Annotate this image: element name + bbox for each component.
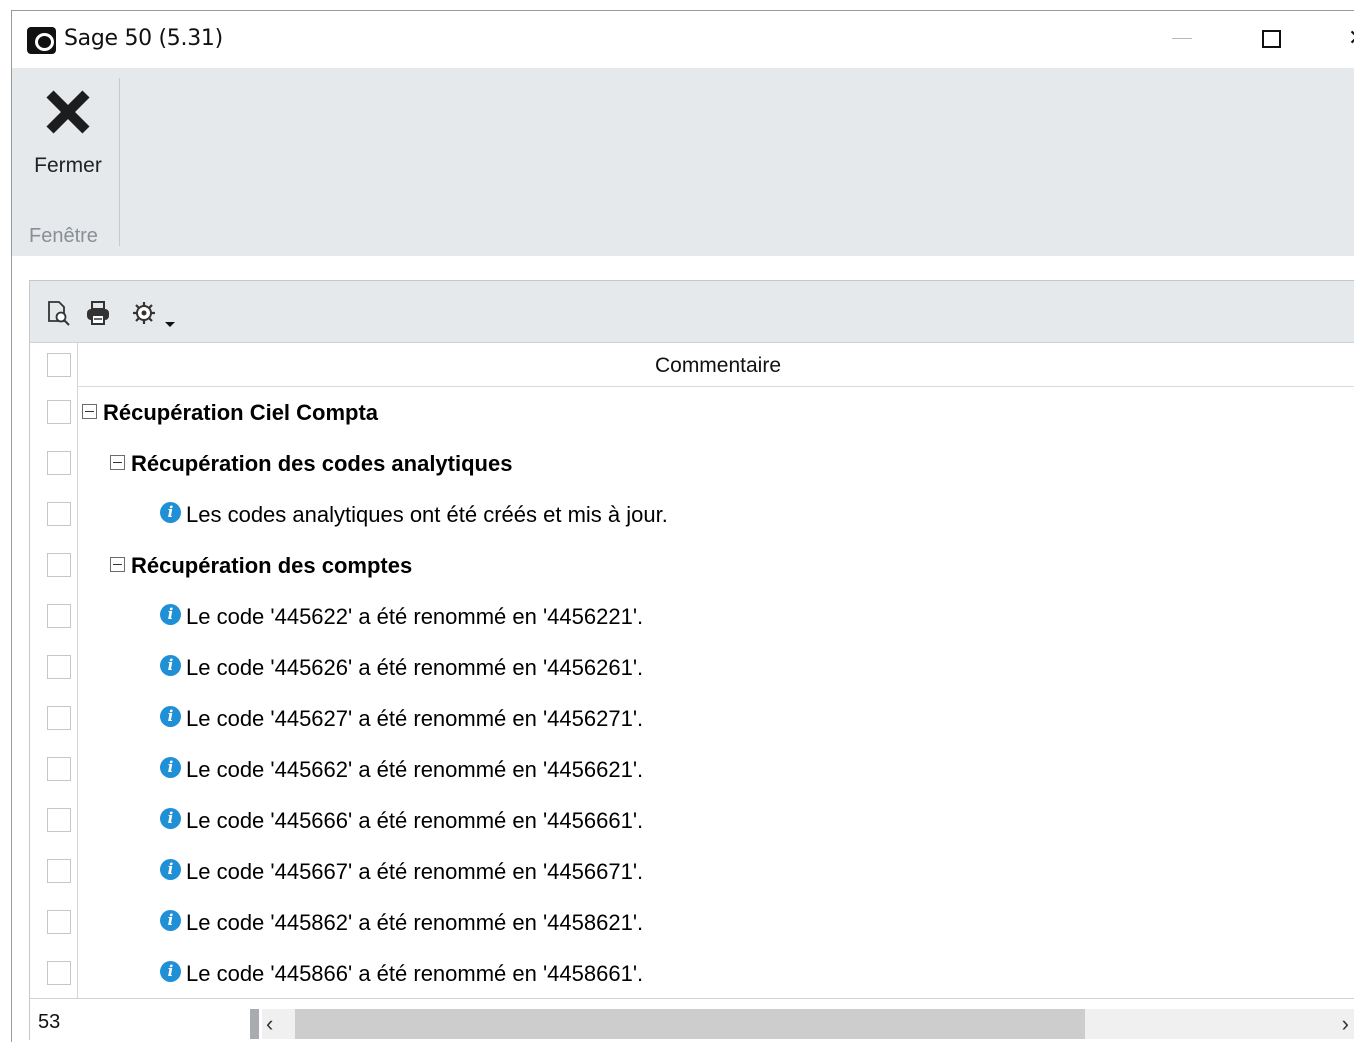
row-checkbox[interactable] — [47, 553, 71, 577]
row-checkbox[interactable] — [47, 451, 71, 475]
ribbon: Fermer Fenêtre — [12, 68, 1354, 256]
row-text: Le code '445662' a été renommé en '44566… — [186, 757, 644, 782]
row-count: 53 — [38, 1011, 61, 1033]
row-checkbox[interactable] — [47, 400, 71, 424]
row-text: Récupération des codes analytiques — [131, 451, 513, 476]
scroll-left-icon[interactable]: ‹ — [266, 1011, 273, 1037]
row-text: Le code '445667' a été renommé en '44566… — [186, 859, 644, 884]
info-icon: i — [160, 757, 181, 778]
row-checkbox[interactable] — [47, 859, 71, 883]
preview-icon — [48, 301, 70, 326]
scroll-thumb[interactable] — [295, 1009, 1085, 1039]
row-checkbox[interactable] — [47, 808, 71, 832]
row-checkbox[interactable] — [47, 910, 71, 934]
row-text: Récupération des comptes — [131, 553, 413, 578]
tree-row-info[interactable]: i Le code '445662' a été renommé en '445… — [78, 744, 1354, 795]
sage-app-icon — [27, 27, 56, 54]
row-checkbox[interactable] — [47, 757, 71, 781]
tree-row-info[interactable]: i Le code '445862' a été renommé en '445… — [78, 897, 1354, 948]
info-icon: i — [160, 706, 181, 727]
close-window-button[interactable]: ✕ — [1348, 25, 1354, 51]
minimize-button[interactable] — [1172, 38, 1192, 39]
row-checkbox[interactable] — [47, 706, 71, 730]
settings-dropdown-caret-icon[interactable] — [165, 322, 175, 327]
info-icon: i — [160, 808, 181, 829]
tree-row-group[interactable]: Récupération des codes analytiques — [78, 438, 1354, 489]
footer-splitter[interactable] — [250, 1009, 259, 1039]
tree-row-info[interactable]: i Le code '445667' a été renommé en '445… — [78, 846, 1354, 897]
row-checkbox[interactable] — [47, 655, 71, 679]
row-checkbox[interactable] — [47, 502, 71, 526]
collapse-icon[interactable] — [82, 404, 97, 419]
grid-footer: 53 ‹ › — [30, 998, 1354, 1040]
info-icon: i — [160, 502, 181, 523]
close-button[interactable]: Fermer — [18, 80, 119, 202]
tree-row-group[interactable]: Récupération Ciel Compta — [78, 387, 1354, 438]
column-header[interactable]: Commentaire — [78, 343, 1354, 387]
row-text: Les codes analytiques ont été créés et m… — [186, 502, 668, 527]
row-text: Le code '445666' a été renommé en '44566… — [186, 808, 644, 833]
select-all-checkbox[interactable] — [47, 353, 71, 377]
row-checkbox[interactable] — [47, 961, 71, 985]
row-text: Le code '445622' a été renommé en '44562… — [186, 604, 644, 629]
maximize-button[interactable] — [1262, 30, 1281, 48]
info-icon: i — [160, 910, 181, 931]
close-button-label: Fermer — [34, 154, 102, 177]
tree-row-info[interactable]: i Le code '445866' a été renommé en '445… — [78, 948, 1354, 998]
settings-icon — [133, 302, 155, 324]
horizontal-scrollbar[interactable]: ‹ › — [262, 1009, 1354, 1039]
app-window: Sage 50 (5.31) ✕ Fermer Fenêtre — [11, 10, 1354, 1042]
info-icon: i — [160, 859, 181, 880]
row-checkbox[interactable] — [47, 604, 71, 628]
column-header-label: Commentaire — [654, 354, 782, 377]
tree-row-info[interactable]: i Le code '445627' a été renommé en '445… — [78, 693, 1354, 744]
tree-row-info[interactable]: i Le code '445626' a été renommé en '445… — [78, 642, 1354, 693]
title-bar: Sage 50 (5.31) ✕ — [12, 11, 1354, 68]
settings-button[interactable] — [130, 299, 158, 327]
report-grid: Commentaire Récupération Ciel Compta Réc… — [30, 343, 1354, 998]
row-text: Récupération Ciel Compta — [103, 400, 379, 425]
info-icon: i — [160, 604, 181, 625]
ribbon-separator — [119, 78, 120, 246]
close-x-icon — [46, 90, 90, 134]
scroll-right-icon[interactable]: › — [1342, 1011, 1349, 1037]
row-text: Le code '445627' a été renommé en '44562… — [186, 706, 644, 731]
info-icon: i — [160, 961, 181, 982]
collapse-icon[interactable] — [110, 557, 125, 572]
print-icon — [87, 301, 109, 325]
row-text: Le code '445862' a été renommé en '44586… — [186, 910, 644, 935]
window-title: Sage 50 (5.31) — [64, 26, 223, 51]
info-icon: i — [160, 655, 181, 676]
tree-row-info[interactable]: i Le code '445622' a été renommé en '445… — [78, 591, 1354, 642]
tree-row-info[interactable]: i Les codes analytiques ont été créés et… — [78, 489, 1354, 540]
tree-row-info[interactable]: i Le code '445666' a été renommé en '445… — [78, 795, 1354, 846]
preview-button[interactable] — [44, 299, 72, 327]
collapse-icon[interactable] — [110, 455, 125, 470]
tree-row-group[interactable]: Récupération des comptes — [78, 540, 1354, 591]
ribbon-group-label: Fenêtre — [29, 225, 98, 247]
row-text: Le code '445866' a été renommé en '44586… — [186, 961, 644, 986]
row-text: Le code '445626' a été renommé en '44562… — [186, 655, 644, 680]
print-button[interactable] — [84, 299, 112, 327]
report-toolbar — [30, 281, 1354, 343]
report-panel: Commentaire Récupération Ciel Compta Réc… — [29, 280, 1354, 1040]
